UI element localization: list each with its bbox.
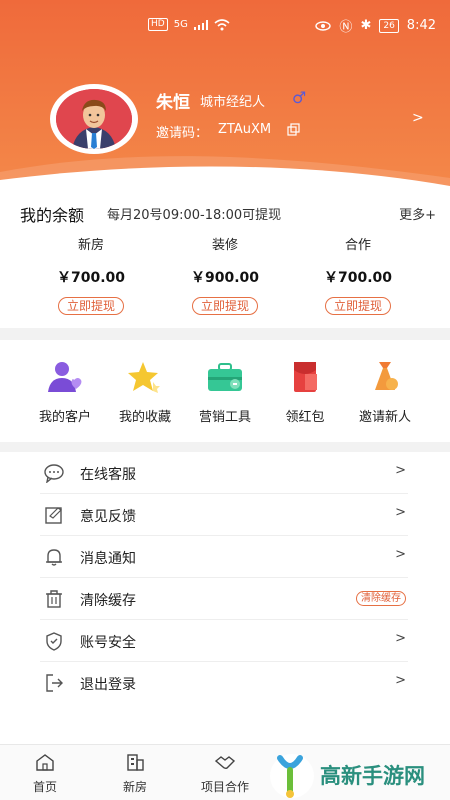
bluetooth-icon: ✱ <box>360 18 372 33</box>
balance-column-label: 新房 <box>77 238 104 253</box>
status-bar: HD 5G Ⓝ ✱ 26 8:42 <box>0 0 450 54</box>
copy-icon[interactable] <box>287 123 301 137</box>
quick-action-label: 领红包 <box>285 410 325 425</box>
customers-icon <box>48 362 82 392</box>
invite-label: 邀请码： <box>156 126 209 141</box>
signal-icon <box>193 19 208 30</box>
balance-column-label: 合作 <box>344 238 371 253</box>
balance-amount: ￥700.00 <box>56 270 126 286</box>
shield-icon <box>46 632 62 651</box>
balance-amount: ￥700.00 <box>323 270 393 286</box>
red-envelope-icon <box>294 362 317 392</box>
network-badge: 5G <box>173 19 188 30</box>
profile-arrow-icon[interactable]: > <box>412 110 424 126</box>
balance-column-newhouse: 新房 ￥700.00 立即提现 <box>36 234 146 315</box>
nav-label: 首页 <box>32 780 57 794</box>
balance-column-label: 装修 <box>211 238 238 253</box>
male-icon: ♂ <box>292 88 307 107</box>
settings-label: 消息通知 <box>80 551 136 567</box>
withdraw-button[interactable]: 立即提现 <box>57 297 124 315</box>
chat-icon <box>44 464 64 483</box>
watermark-text: 高新手游网 <box>320 764 425 788</box>
chevron-right-icon: > <box>395 547 406 562</box>
user-name: 朱恒 <box>156 93 190 113</box>
quick-action-marketing[interactable]: 营销工具 <box>180 360 270 425</box>
balance-amount: ￥900.00 <box>190 270 260 286</box>
chevron-right-icon: > <box>395 673 406 688</box>
logout-icon <box>46 674 63 692</box>
home-icon <box>36 754 54 771</box>
settings-row-notifications[interactable]: 消息通知 > <box>40 536 408 578</box>
nav-item-newhouse[interactable]: 新房 <box>100 753 170 795</box>
profile-header: HD 5G Ⓝ ✱ 26 8:42 朱恒 城市经纪人 ♂ 邀请码： ZTAuXM… <box>0 0 450 200</box>
settings-label: 意见反馈 <box>80 509 136 525</box>
nav-label: 项目合作 <box>200 780 249 794</box>
wifi-icon <box>214 18 230 30</box>
handshake-icon <box>214 756 236 770</box>
invite-icon <box>375 362 398 390</box>
quick-action-label: 邀请新人 <box>358 410 411 425</box>
battery-indicator: 26 <box>379 18 399 33</box>
chevron-right-icon: > <box>395 505 406 520</box>
quick-action-label: 我的收藏 <box>118 410 171 425</box>
settings-label: 退出登录 <box>80 677 136 693</box>
settings-row-feedback[interactable]: 意见反馈 > <box>40 494 408 536</box>
avatar-illustration <box>56 89 132 149</box>
hd-badge: HD <box>148 18 168 31</box>
settings-row-account-security[interactable]: 账号安全 > <box>40 620 408 662</box>
balance-card: 我的余额 每月20号09:00-18:00可提现 更多+ 新房 ￥700.00 … <box>0 196 450 328</box>
settings-label: 账号安全 <box>80 635 136 651</box>
nfc-icon: Ⓝ <box>339 20 353 35</box>
quick-actions: 我的客户 我的收藏 营销工具 领红包 邀请新人 <box>0 340 450 442</box>
chevron-right-icon: > <box>395 463 406 478</box>
balance-column-decoration: 装修 ￥900.00 立即提现 <box>170 234 280 315</box>
invite-code: ZTAuXM <box>218 122 272 137</box>
bell-icon <box>46 549 62 566</box>
nav-label: 新房 <box>122 780 147 794</box>
quick-action-favorites[interactable]: 我的收藏 <box>100 360 190 425</box>
settings-row-customer-service[interactable]: 在线客服 > <box>40 452 408 494</box>
settings-label: 在线客服 <box>80 467 136 483</box>
balance-more-link[interactable]: 更多+ <box>399 204 436 223</box>
chevron-right-icon: > <box>395 631 406 646</box>
balance-column-cooperation: 合作 ￥700.00 立即提现 <box>303 234 413 315</box>
balance-title: 我的余额 <box>20 206 85 225</box>
trash-icon <box>46 590 62 608</box>
settings-list: 在线客服 > 意见反馈 > 消息通知 > 清除缓存 清除缓存 账号安全 > 退出… <box>0 452 450 744</box>
clear-cache-button[interactable]: 清除缓存 <box>356 591 406 606</box>
star-icon <box>128 362 160 393</box>
settings-row-logout[interactable]: 退出登录 > <box>40 662 408 704</box>
settings-row-clear-cache[interactable]: 清除缓存 清除缓存 <box>40 578 408 620</box>
quick-action-customers[interactable]: 我的客户 <box>20 360 110 425</box>
withdraw-button[interactable]: 立即提现 <box>324 297 391 315</box>
quick-action-label: 营销工具 <box>198 410 251 425</box>
withdraw-button[interactable]: 立即提现 <box>191 297 258 315</box>
balance-note: 每月20号09:00-18:00可提现 <box>107 208 282 223</box>
settings-label: 清除缓存 <box>80 593 136 609</box>
quick-action-label: 我的客户 <box>38 410 91 425</box>
nav-item-cooperation[interactable]: 项目合作 <box>190 753 260 795</box>
feedback-icon <box>45 507 62 524</box>
nav-item-home[interactable]: 首页 <box>10 753 80 795</box>
user-role: 城市经纪人 <box>200 95 266 110</box>
building-icon <box>127 754 144 771</box>
eye-icon <box>315 20 332 31</box>
briefcase-icon <box>208 363 242 391</box>
status-time: 8:42 <box>406 18 436 33</box>
quick-action-invite[interactable]: 邀请新人 <box>340 360 430 425</box>
quick-action-red-envelope[interactable]: 领红包 <box>260 360 350 425</box>
avatar[interactable] <box>50 84 138 154</box>
